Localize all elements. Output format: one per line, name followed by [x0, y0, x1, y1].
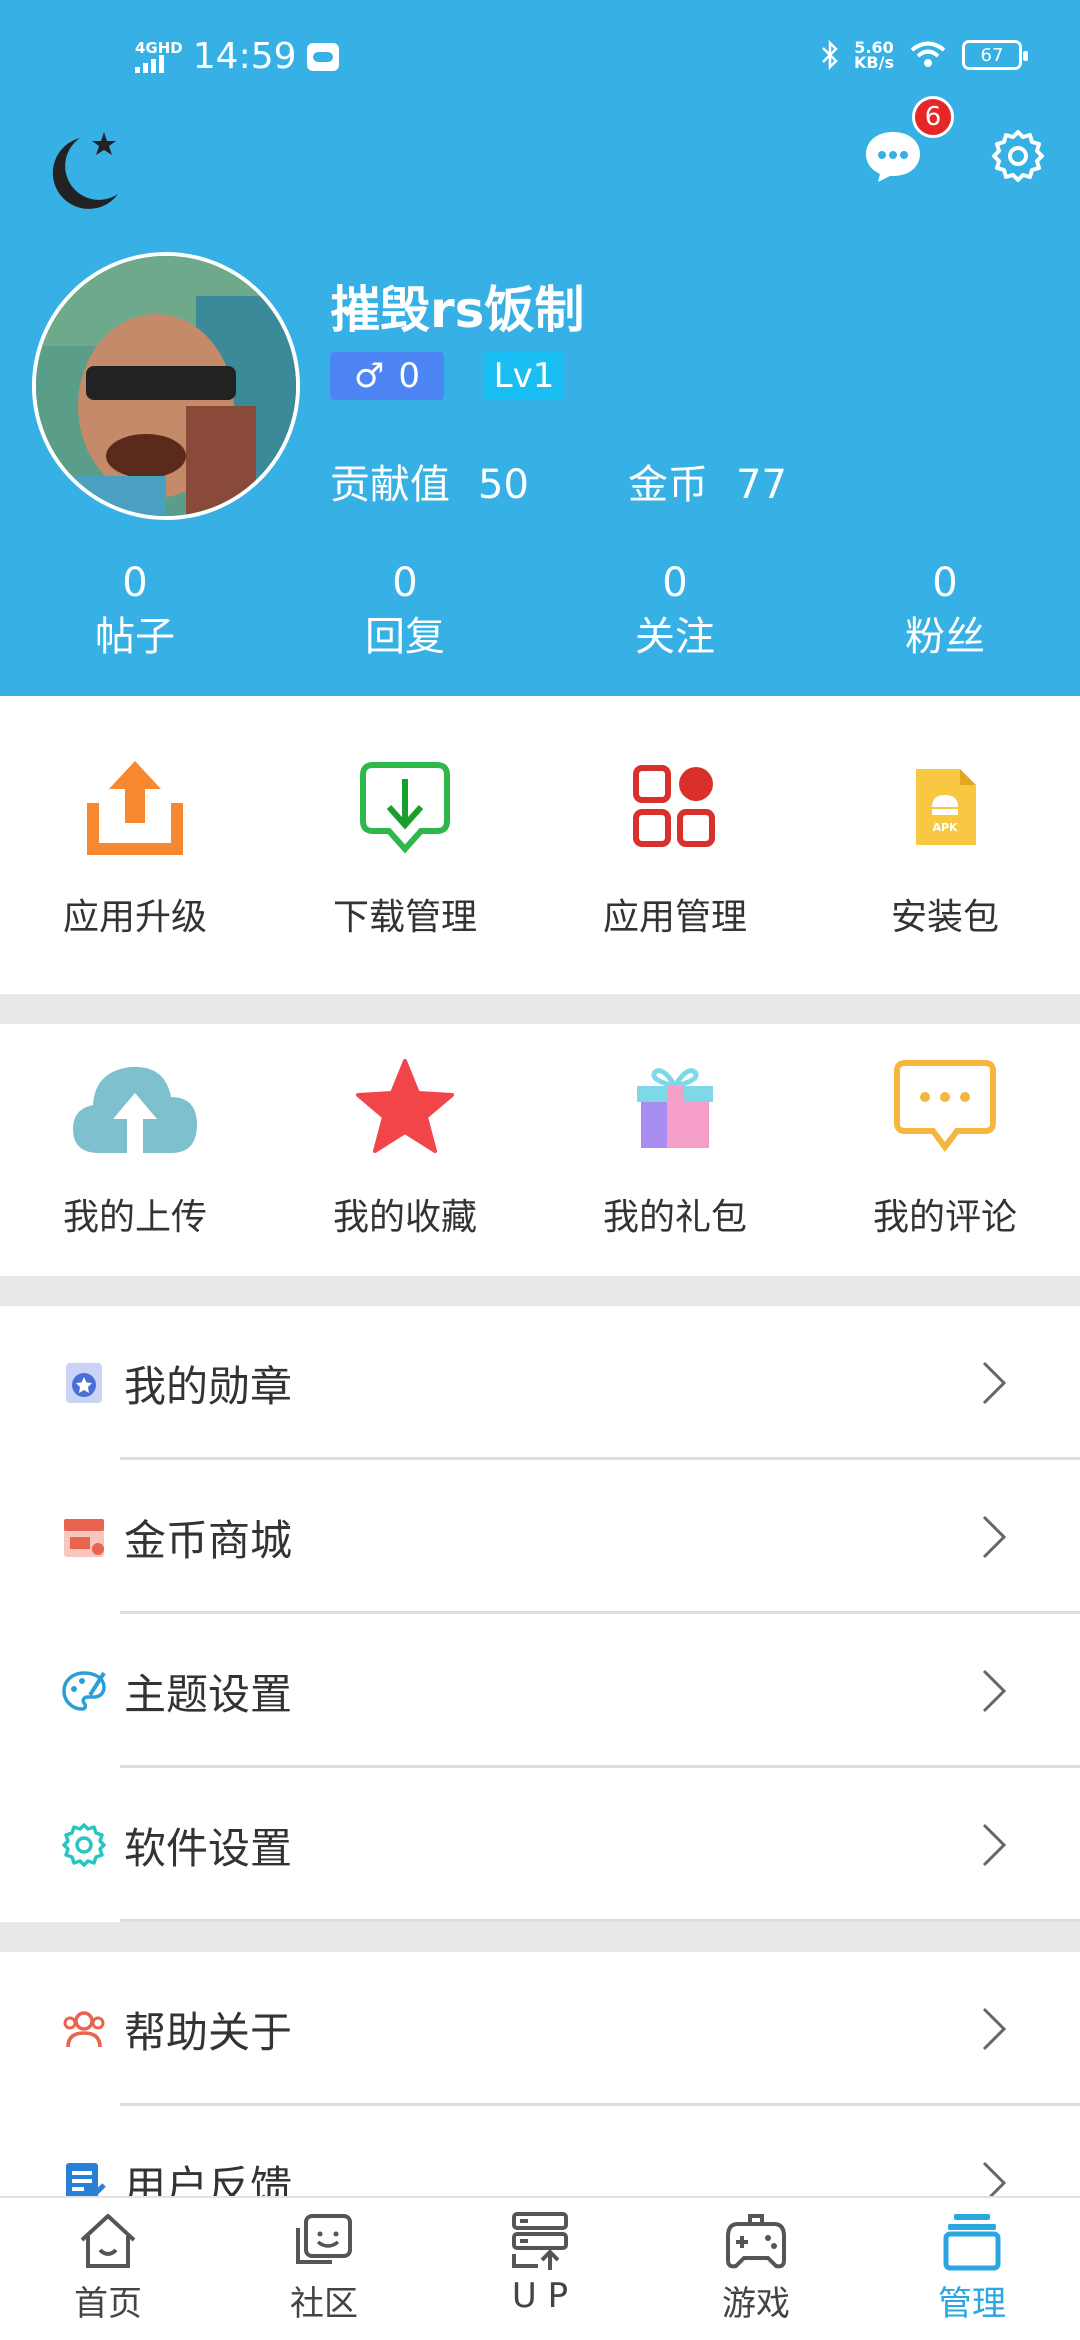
mine-grid: 我的上传 我的收藏 我的礼包 我的评论 — [0, 1052, 1080, 1252]
level-badge: Lv1 — [484, 352, 564, 400]
settings-menu: 我的勋章 金币商城 主题设置 软件设置 — [0, 1306, 1080, 1922]
messages-icon[interactable] — [862, 128, 924, 184]
apk-package-item[interactable]: APK 安装包 — [810, 752, 1080, 952]
my-uploads-item[interactable]: 我的上传 — [0, 1052, 270, 1252]
up-server-icon — [512, 2212, 568, 2270]
gamepad-icon — [726, 2214, 786, 2269]
chevron-right-icon — [982, 1823, 1007, 1867]
my-gifts-item[interactable]: 我的礼包 — [540, 1052, 810, 1252]
gender-badge: ♂ 0 — [330, 352, 444, 400]
tools-grid: 应用升级 下载管理 应用管理 APK 安装包 — [0, 752, 1080, 952]
manage-icon — [943, 2214, 1001, 2271]
home-icon — [80, 2214, 136, 2268]
wifi-icon — [910, 41, 946, 67]
apps-grid-icon — [633, 765, 715, 847]
community-icon — [296, 2214, 352, 2264]
coins-stat: 金币 77 — [628, 462, 787, 508]
my-comments-item[interactable]: 我的评论 — [810, 1052, 1080, 1252]
battery-indicator: 67 — [962, 40, 1028, 70]
app-manager-item[interactable]: 应用管理 — [540, 752, 810, 952]
bluetooth-icon — [822, 40, 838, 70]
menu-item-software-settings[interactable]: 软件设置 — [0, 1768, 1080, 1922]
contribution-stat: 贡献值 50 — [330, 462, 529, 508]
app-upgrade-item[interactable]: 应用升级 — [0, 752, 270, 952]
network-speed: 5.60 KB/s — [854, 38, 894, 72]
tab-manage[interactable]: 管理 — [864, 2198, 1080, 2340]
chevron-right-icon — [982, 1515, 1007, 1559]
bottom-navigation: 首页 社区 U P 游戏 管理 — [0, 2196, 1080, 2340]
tab-up[interactable]: U P — [432, 2198, 648, 2340]
profile-header: 4GHD 14:59 5.60 KB/s 67 6 摧毁rs饭制 ♂ 0 Lv1… — [0, 0, 1080, 696]
chevron-right-icon — [982, 1361, 1007, 1405]
gift-icon — [637, 1068, 713, 1148]
section-divider — [0, 1276, 1080, 1306]
comment-icon — [894, 1060, 996, 1152]
profile-counts: 0 帖子 0 回复 0 关注 0 粉丝 — [0, 558, 1080, 666]
notification-app-icon — [306, 42, 339, 71]
settings-icon — [62, 1823, 106, 1867]
username: 摧毁rs饭制 — [330, 281, 585, 339]
count-fans[interactable]: 0 粉丝 — [810, 558, 1080, 666]
menu-item-theme[interactable]: 主题设置 — [0, 1614, 1080, 1768]
help-users-icon — [63, 2011, 105, 2048]
upload-tray-icon — [87, 761, 183, 855]
settings-gear-icon[interactable] — [990, 128, 1046, 184]
status-bar: 4GHD 14:59 5.60 KB/s 67 — [0, 36, 1080, 84]
tab-games[interactable]: 游戏 — [648, 2198, 864, 2340]
night-mode-icon[interactable] — [34, 124, 130, 220]
count-posts[interactable]: 0 帖子 — [0, 558, 270, 666]
apk-file-icon: APK — [916, 769, 976, 845]
count-following[interactable]: 0 关注 — [540, 558, 810, 666]
section-divider — [0, 994, 1080, 1024]
avatar[interactable] — [32, 252, 300, 520]
cloud-upload-icon — [73, 1066, 197, 1153]
tab-home[interactable]: 首页 — [0, 2198, 216, 2340]
clock: 14:59 — [192, 36, 297, 77]
download-manager-item[interactable]: 下载管理 — [270, 752, 540, 952]
star-icon — [356, 1059, 454, 1153]
my-favorites-item[interactable]: 我的收藏 — [270, 1052, 540, 1252]
download-icon — [360, 762, 450, 854]
count-replies[interactable]: 0 回复 — [270, 558, 540, 666]
network-indicator: 4GHD — [135, 40, 183, 73]
menu-item-coin-shop[interactable]: 金币商城 — [0, 1460, 1080, 1614]
menu-item-medals[interactable]: 我的勋章 — [0, 1306, 1080, 1460]
chevron-right-icon — [982, 2007, 1007, 2051]
chevron-right-icon — [982, 1669, 1007, 1713]
svg-text:APK: APK — [932, 821, 958, 834]
medal-icon — [66, 1363, 102, 1403]
shop-icon — [64, 1519, 104, 1557]
menu-item-help-about[interactable]: 帮助关于 — [0, 1952, 1080, 2106]
section-divider — [0, 1922, 1080, 1952]
tab-community[interactable]: 社区 — [216, 2198, 432, 2340]
palette-icon — [62, 1671, 106, 1711]
message-badge: 6 — [912, 96, 954, 138]
male-icon: ♂ — [353, 356, 385, 396]
